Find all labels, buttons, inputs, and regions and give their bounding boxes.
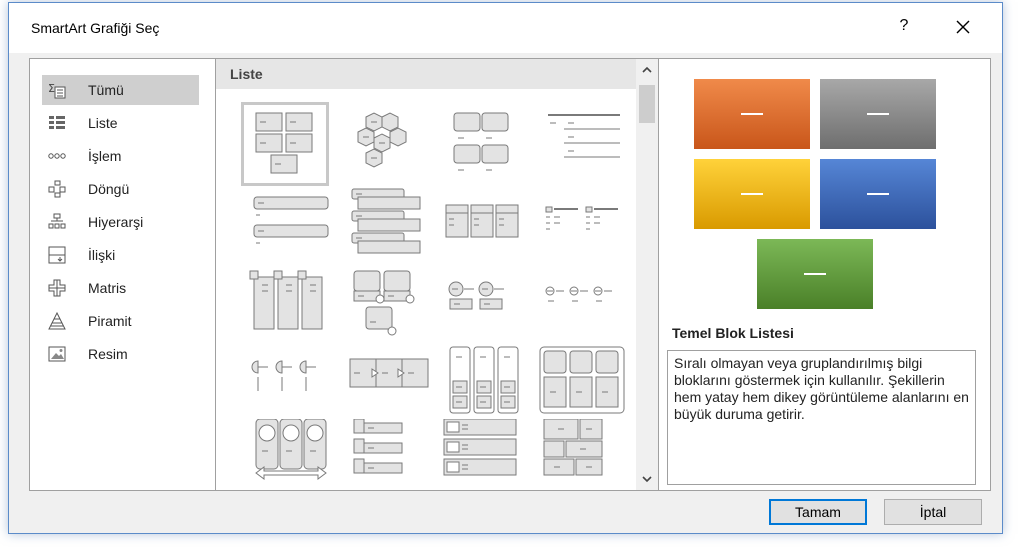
help-button[interactable]: ? <box>894 17 914 39</box>
category-item-all[interactable]: Σ Tümü <box>42 75 199 105</box>
category-item-hierarchy[interactable]: Hiyerarşi <box>42 207 199 237</box>
process-icon <box>48 153 66 159</box>
svg-text:Σ: Σ <box>48 82 55 95</box>
gallery-scrollbar[interactable] <box>636 59 658 490</box>
layout-stacked-list[interactable] <box>244 265 336 339</box>
content-panel: Σ Tümü Liste İşlem Döngü Hiyerarşi İlişk… <box>29 58 991 491</box>
category-label: Hiyerarşi <box>88 214 144 230</box>
gallery-header: Liste <box>216 59 636 89</box>
layout-horizontal-box-list[interactable] <box>438 419 530 490</box>
scroll-down-button[interactable] <box>636 468 658 490</box>
category-label: Piramit <box>88 313 132 329</box>
category-list: Σ Tümü Liste İşlem Döngü Hiyerarşi İlişk… <box>30 59 214 490</box>
category-item-picture[interactable]: Resim <box>42 339 199 369</box>
category-item-cycle[interactable]: Döngü <box>42 174 199 204</box>
layout-horizontal-bullet-list[interactable] <box>438 187 530 261</box>
layout-square-accent-list[interactable] <box>534 187 626 261</box>
layout-chevron-block-list[interactable] <box>344 345 436 419</box>
layout-hexagon-cluster[interactable] <box>344 105 436 179</box>
scroll-thumb[interactable] <box>639 85 655 123</box>
smartart-dialog: SmartArt Grafiği Seç ? Σ Tümü Liste İşle… <box>8 2 1003 534</box>
layout-gallery: Liste <box>216 59 636 490</box>
category-label: İşlem <box>88 148 122 164</box>
layout-description: Sıralı olmayan veya gruplandırılmış bilg… <box>667 350 976 485</box>
category-label: Liste <box>88 115 118 131</box>
layout-title: Temel Blok Listesi <box>672 325 794 341</box>
chevron-down-icon <box>642 476 652 483</box>
scroll-up-button[interactable] <box>636 59 658 81</box>
layout-grouped-list[interactable] <box>438 265 530 339</box>
layout-picture-caption-list[interactable] <box>534 345 626 419</box>
pyramid-icon <box>48 312 66 330</box>
layout-vertical-box-list[interactable] <box>344 187 436 261</box>
layout-circle-arrow-list[interactable] <box>244 419 336 490</box>
ok-button[interactable]: Tamam <box>769 499 867 525</box>
preview-graphic <box>694 79 936 309</box>
gallery-header-label: Liste <box>230 66 263 82</box>
picture-icon <box>48 346 66 362</box>
layout-tab-list[interactable] <box>344 419 436 490</box>
layout-vertical-bullet-list[interactable] <box>244 187 336 261</box>
category-item-list[interactable]: Liste <box>42 108 199 138</box>
cycle-icon <box>48 180 66 198</box>
category-label: Matris <box>88 280 127 296</box>
close-icon <box>956 20 970 34</box>
layout-bending-list[interactable] <box>534 265 626 339</box>
preview-pane: Temel Blok Listesi Sıralı olmayan veya g… <box>659 59 990 490</box>
relationship-icon <box>48 246 66 264</box>
all-icon: Σ <box>48 82 66 99</box>
category-item-pyramid[interactable]: Piramit <box>42 306 199 336</box>
category-label: Döngü <box>88 181 130 197</box>
layout-table-list[interactable] <box>344 265 436 339</box>
layout-vertical-bracket-list[interactable] <box>438 345 530 419</box>
dialog-title: SmartArt Grafiği Seç <box>31 20 160 36</box>
cancel-button[interactable]: İptal <box>884 499 982 525</box>
hierarchy-icon <box>48 213 66 229</box>
category-item-relationship[interactable]: İlişki <box>42 240 199 270</box>
layout-lined-pin-list[interactable] <box>244 345 336 419</box>
layout-grid-matrix-list[interactable] <box>534 419 626 490</box>
layout-basic-block-list[interactable] <box>241 102 329 186</box>
list-icon <box>49 116 65 129</box>
matrix-icon <box>48 279 66 297</box>
close-button[interactable] <box>949 13 977 41</box>
layout-lined-list[interactable] <box>534 105 626 179</box>
category-item-process[interactable]: İşlem <box>42 141 199 171</box>
layout-stacked-blocks[interactable] <box>438 105 530 179</box>
title-bar: SmartArt Grafiği Seç ? <box>9 3 1002 53</box>
category-item-matrix[interactable]: Matris <box>42 273 199 303</box>
category-label: İlişki <box>88 247 116 263</box>
chevron-up-icon <box>642 66 652 73</box>
category-label: Tümü <box>88 82 124 98</box>
category-label: Resim <box>88 346 128 362</box>
